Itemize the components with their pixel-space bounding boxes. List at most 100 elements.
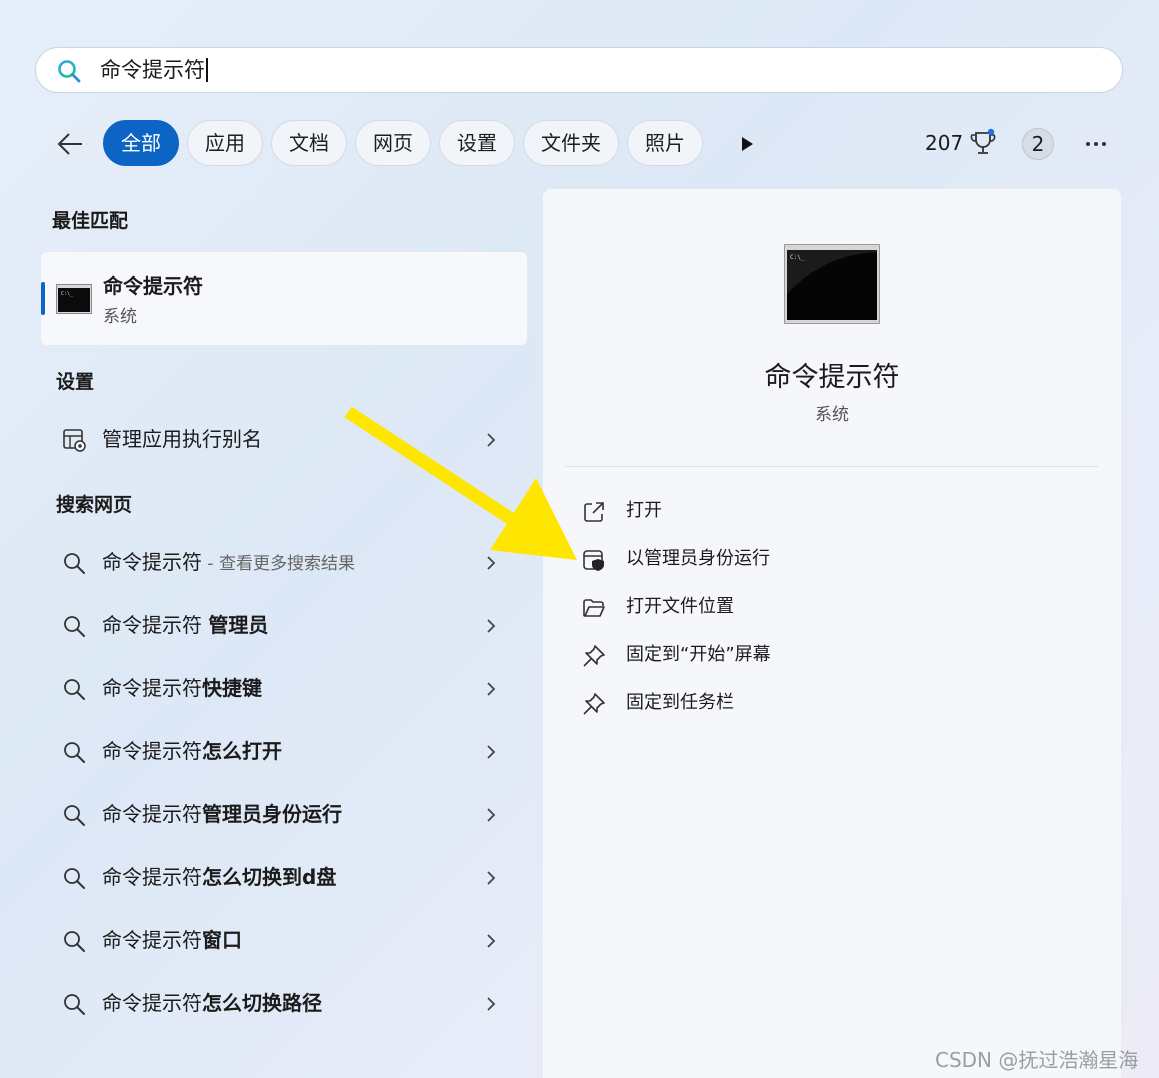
command-prompt-icon: C:\_: [56, 284, 92, 314]
action-open[interactable]: 打开: [581, 491, 1081, 531]
chevron-right-icon: [487, 997, 496, 1011]
tab-all[interactable]: 全部: [103, 120, 179, 166]
search-icon: [64, 994, 85, 1015]
web-result-item[interactable]: 命令提示符快捷键: [41, 663, 527, 715]
web-result-highlight: 管理员身份运行: [202, 802, 342, 826]
tab-settings[interactable]: 设置: [439, 120, 515, 166]
chevron-right-icon: [487, 745, 496, 759]
chevron-right-icon: [487, 871, 496, 885]
web-result-query: 命令提示符: [102, 991, 202, 1015]
settings-item-label: 管理应用执行别名: [102, 427, 262, 451]
tab-documents[interactable]: 文档: [271, 120, 347, 166]
trophy-icon[interactable]: [969, 128, 997, 158]
web-result-label: 命令提示符怎么切换到d盘: [102, 864, 336, 892]
web-result-query: 命令提示符: [102, 550, 202, 574]
best-match-title: 命令提示符: [103, 274, 203, 298]
search-icon: [64, 616, 85, 637]
web-result-highlight: 怎么切换路径: [202, 991, 322, 1015]
chevron-right-icon: [487, 808, 496, 822]
tab-apps[interactable]: 应用: [187, 120, 263, 166]
best-match-subtitle: 系统: [103, 307, 137, 327]
search-input[interactable]: 命令提示符: [100, 57, 208, 83]
web-result-item[interactable]: 命令提示符 - 查看更多搜索结果: [41, 537, 527, 589]
web-result-query: 命令提示符: [102, 802, 202, 826]
chevron-right-icon: [487, 934, 496, 948]
section-web-search: 搜索网页: [56, 494, 133, 516]
chevron-right-icon: [487, 682, 496, 696]
web-result-query: 命令提示符: [102, 613, 209, 637]
action-label: 打开: [626, 500, 662, 521]
web-result-highlight: 窗口: [202, 928, 242, 952]
tab-photos[interactable]: 照片: [627, 120, 703, 166]
svg-text:C:\_: C:\_: [790, 254, 805, 261]
command-prompt-large-icon: C:\_: [784, 244, 880, 324]
web-result-label: 命令提示符怎么切换路径: [102, 990, 322, 1018]
more-filters-play-icon[interactable]: [737, 133, 757, 155]
action-label: 固定到任务栏: [626, 692, 734, 713]
web-result-hint: - 查看更多搜索结果: [202, 554, 355, 574]
search-icon: [64, 742, 85, 763]
detail-panel: C:\_ 命令提示符 系统 打开 以管理员身份运行 打开文件位置 固定到“开始”…: [543, 189, 1121, 1078]
web-result-label: 命令提示符 - 查看更多搜索结果: [102, 549, 355, 577]
filter-tabs: 全部 应用 文档 网页 设置 文件夹 照片: [103, 120, 703, 166]
search-icon: [64, 931, 85, 952]
tab-folders[interactable]: 文件夹: [523, 120, 619, 166]
search-box[interactable]: 命令提示符: [35, 47, 1123, 93]
web-result-label: 命令提示符怎么打开: [102, 738, 282, 766]
watermark: CSDN @抚过浩瀚星海: [935, 1048, 1139, 1072]
divider: [565, 466, 1098, 467]
action-run-as-admin[interactable]: 以管理员身份运行: [581, 539, 1081, 579]
web-result-label: 命令提示符 管理员: [102, 612, 268, 640]
back-arrow-icon[interactable]: [54, 128, 86, 160]
selection-indicator: [41, 282, 45, 315]
detail-subtitle: 系统: [815, 405, 849, 425]
action-pin-to-start[interactable]: 固定到“开始”屏幕: [581, 635, 1081, 675]
action-pin-to-taskbar[interactable]: 固定到任务栏: [581, 683, 1081, 723]
more-options-icon[interactable]: [1084, 136, 1108, 152]
section-settings: 设置: [56, 371, 95, 393]
search-icon: [58, 60, 81, 83]
section-best-match: 最佳匹配: [52, 210, 129, 232]
chevron-right-icon: [487, 556, 496, 570]
tab-web[interactable]: 网页: [355, 120, 431, 166]
open-external-icon: [584, 502, 604, 522]
search-icon: [64, 679, 85, 700]
detail-title: 命令提示符: [764, 362, 900, 393]
search-icon: [64, 553, 85, 574]
best-match-card[interactable]: C:\_ 命令提示符 系统: [41, 252, 527, 345]
web-result-query: 命令提示符: [102, 676, 202, 700]
account-badge[interactable]: 2: [1022, 128, 1054, 160]
action-open-file-location[interactable]: 打开文件位置: [581, 587, 1081, 627]
web-result-highlight: 怎么切换到d盘: [202, 865, 337, 889]
action-label: 固定到“开始”屏幕: [626, 644, 771, 665]
admin-shield-icon: [583, 550, 604, 571]
svg-text:C:\_: C:\_: [61, 291, 74, 297]
settings-item-app-alias[interactable]: 管理应用执行别名: [41, 414, 527, 466]
chevron-right-icon: [487, 433, 496, 447]
web-result-item[interactable]: 命令提示符怎么打开: [41, 726, 527, 778]
web-result-item[interactable]: 命令提示符 管理员: [41, 600, 527, 652]
web-result-query: 命令提示符: [102, 928, 202, 952]
folder-open-icon: [583, 599, 605, 617]
app-settings-icon: [63, 429, 86, 452]
web-result-item[interactable]: 命令提示符管理员身份运行: [41, 789, 527, 841]
search-icon: [64, 805, 85, 826]
web-result-item[interactable]: 命令提示符窗口: [41, 915, 527, 967]
chevron-right-icon: [487, 619, 496, 633]
web-result-query: 命令提示符: [102, 739, 202, 763]
rewards-points[interactable]: 207: [925, 130, 963, 156]
pin-icon: [583, 645, 605, 667]
web-result-highlight: 怎么打开: [202, 739, 282, 763]
action-label: 打开文件位置: [626, 596, 734, 617]
web-result-highlight: 管理员: [208, 613, 269, 637]
web-result-label: 命令提示符窗口: [102, 927, 242, 955]
pin-icon: [583, 693, 605, 715]
web-result-highlight: 快捷键: [202, 676, 262, 700]
web-result-item[interactable]: 命令提示符怎么切换路径: [41, 978, 527, 1030]
action-label: 以管理员身份运行: [626, 548, 770, 569]
web-result-label: 命令提示符管理员身份运行: [102, 801, 342, 829]
web-result-item[interactable]: 命令提示符怎么切换到d盘: [41, 852, 527, 904]
search-icon: [64, 868, 85, 889]
web-result-label: 命令提示符快捷键: [102, 675, 262, 703]
web-result-query: 命令提示符: [102, 865, 202, 889]
